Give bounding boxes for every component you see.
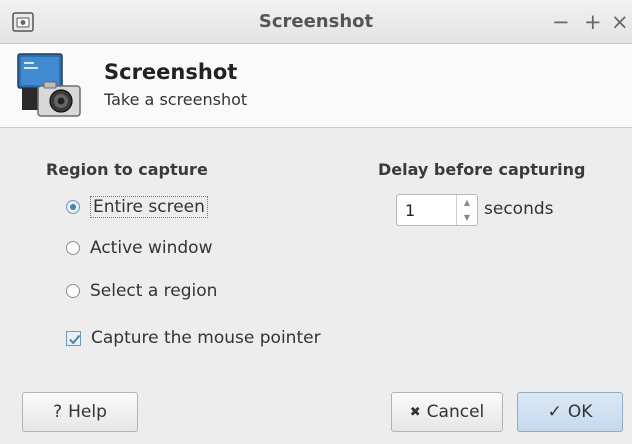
region-heading: Region to capture — [46, 160, 208, 179]
radio-indicator[interactable] — [66, 241, 80, 255]
help-button[interactable]: ? Help — [22, 392, 138, 432]
ok-button[interactable]: ✓ OK — [517, 392, 623, 432]
header-subtitle: Take a screenshot — [104, 90, 248, 109]
radio-entire-screen[interactable]: Entire screen — [66, 193, 208, 221]
maximize-icon[interactable]: + — [584, 0, 602, 44]
cancel-label: Cancel — [426, 402, 485, 422]
spin-up-icon[interactable]: ▲ — [457, 195, 477, 210]
delay-value[interactable]: 1 — [405, 201, 415, 220]
help-label: Help — [68, 402, 107, 422]
ok-label: OK — [567, 402, 593, 422]
ok-icon: ✓ — [547, 402, 562, 422]
capture-pointer-checkbox[interactable]: Capture the mouse pointer — [66, 324, 321, 352]
dialog-header: Screenshot Take a screenshot — [0, 44, 632, 128]
cancel-icon: ✖ — [409, 404, 421, 420]
screenshot-camera-icon — [17, 53, 81, 117]
minimize-icon[interactable]: − — [552, 0, 570, 44]
help-icon: ? — [53, 402, 63, 422]
spin-down-icon[interactable]: ▼ — [457, 210, 477, 225]
spin-buttons[interactable]: ▲ ▼ — [456, 195, 477, 225]
window-title: Screenshot — [258, 11, 374, 32]
title-bar: Screenshot − + × — [0, 0, 632, 44]
radio-label[interactable]: Active window — [90, 238, 213, 258]
delay-spinbox[interactable]: 1 ▲ ▼ — [396, 194, 478, 226]
radio-indicator[interactable] — [66, 284, 80, 298]
header-title: Screenshot — [104, 60, 238, 84]
radio-indicator[interactable] — [66, 200, 80, 214]
delay-heading: Delay before capturing — [378, 160, 586, 179]
checkbox-label[interactable]: Capture the mouse pointer — [91, 328, 321, 348]
radio-active-window[interactable]: Active window — [66, 234, 213, 262]
radio-label[interactable]: Entire screen — [90, 196, 208, 218]
radio-label[interactable]: Select a region — [90, 281, 217, 301]
check-icon — [69, 334, 81, 345]
delay-units: seconds — [484, 199, 554, 219]
close-icon[interactable]: × — [611, 0, 629, 44]
radio-select-region[interactable]: Select a region — [66, 277, 217, 305]
checkbox-indicator[interactable] — [66, 330, 81, 346]
cancel-button[interactable]: ✖ Cancel — [391, 392, 503, 432]
